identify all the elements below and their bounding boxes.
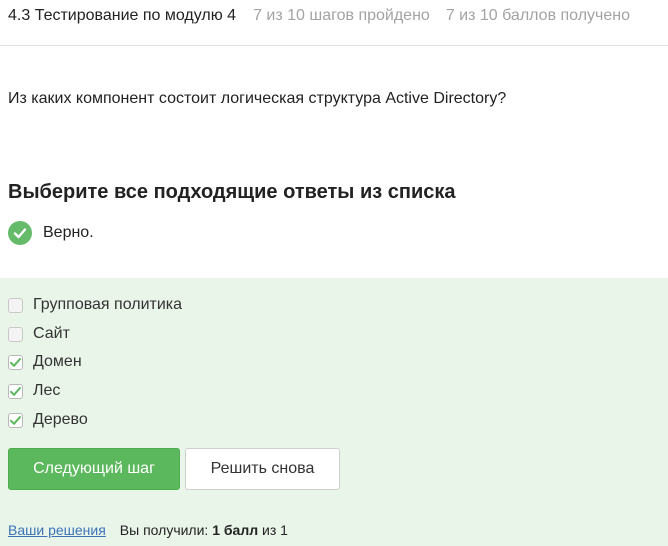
result-footer: Ваши решения Вы получили: 1 балл из 1 (8, 522, 288, 538)
option-label: Лес (33, 382, 61, 399)
option-label: Групповая политика (33, 296, 183, 313)
score-text: Вы получили: 1 балл из 1 (120, 522, 288, 538)
lesson-header: 4.3 Тестирование по модулю 4 7 из 10 шаг… (0, 0, 668, 46)
steps-progress: 7 из 10 шагов пройдено (253, 7, 430, 24)
verdict-row: Верно. (8, 221, 94, 245)
retry-button[interactable]: Решить снова (185, 448, 340, 490)
checkbox[interactable] (8, 297, 23, 313)
option-label: Сайт (33, 325, 70, 342)
next-step-button[interactable]: Следующий шаг (8, 448, 180, 490)
checkbox[interactable] (8, 326, 23, 342)
checkmark-icon (10, 386, 21, 396)
option-label: Дерево (33, 411, 88, 428)
question-text: Из каких компонент состоит логическая ст… (8, 90, 507, 107)
checkbox-checked[interactable] (8, 412, 23, 428)
score-suffix: из 1 (262, 522, 288, 538)
option-item[interactable]: Домен (8, 353, 82, 371)
option-label: Домен (33, 353, 82, 370)
score-value: 1 балл (212, 522, 259, 538)
checkbox-checked[interactable] (8, 354, 23, 370)
solutions-link[interactable]: Ваши решения (8, 522, 106, 538)
option-item[interactable]: Сайт (8, 325, 70, 343)
verdict-text: Верно. (43, 224, 94, 241)
lesson-title: 4.3 Тестирование по модулю 4 (8, 7, 237, 24)
correct-check-icon (8, 221, 32, 245)
option-item[interactable]: Дерево (8, 411, 88, 429)
checkmark-icon (10, 357, 21, 367)
points-progress: 7 из 10 баллов получено (445, 7, 631, 24)
checkmark-icon (10, 415, 21, 425)
checkbox-checked[interactable] (8, 383, 23, 399)
option-item[interactable]: Лес (8, 382, 60, 400)
score-prefix: Вы получили: (119, 522, 209, 538)
options-panel (0, 278, 668, 546)
option-item[interactable]: Групповая политика (8, 296, 182, 314)
answer-prompt: Выберите все подходящие ответы из списка (8, 181, 456, 203)
